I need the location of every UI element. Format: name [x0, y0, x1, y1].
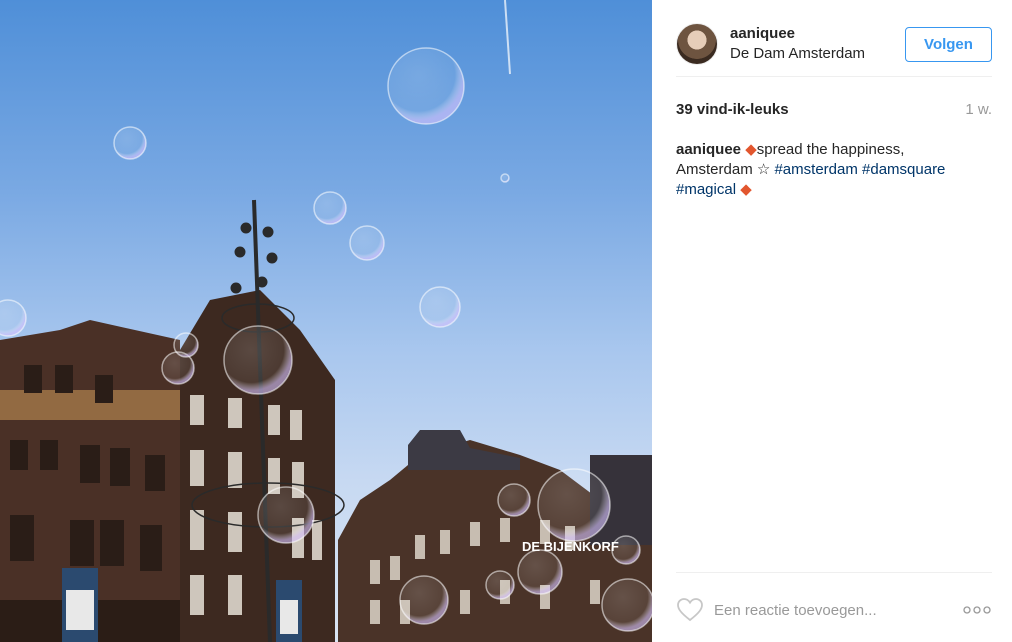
divider [676, 572, 992, 573]
heart-outline-icon[interactable] [676, 596, 704, 624]
diamond-emoji-2: ◆ [740, 181, 752, 198]
hashtag-damsquare[interactable]: #damsquare [862, 161, 945, 178]
user-block: aaniquee De Dam Amsterdam [730, 24, 905, 64]
comment-row [676, 592, 992, 628]
hashtag-magical[interactable]: #magical [676, 181, 736, 198]
post-details-panel: aaniquee De Dam Amsterdam Volgen 39 vind… [652, 0, 1012, 642]
more-options-icon[interactable] [962, 596, 992, 624]
location-link[interactable]: De Dam Amsterdam [730, 44, 905, 64]
caption-username[interactable]: aaniquee [676, 141, 741, 158]
comment-input[interactable] [714, 595, 962, 625]
post-photo[interactable]: DE BIJENKORF [0, 0, 652, 642]
caption: aaniquee ◆spread the happiness, Amsterda… [676, 140, 992, 200]
caption-text-2: Amsterdam ☆ [676, 161, 775, 178]
contrail [504, 0, 511, 75]
follow-button[interactable]: Volgen [905, 26, 992, 62]
post-time[interactable]: 1 w. [965, 101, 992, 118]
likes-row: 39 vind-ik-leuks 1 w. [676, 99, 992, 119]
divider [676, 76, 992, 77]
avatar[interactable] [676, 23, 718, 65]
caption-text-1: spread the happiness, [756, 141, 905, 158]
username-link[interactable]: aaniquee [730, 24, 905, 44]
hashtag-amsterdam[interactable]: #amsterdam [774, 161, 857, 178]
likes-count[interactable]: 39 vind-ik-leuks [676, 101, 789, 118]
diamond-emoji: ◆ [745, 141, 757, 158]
photo-scene: DE BIJENKORF [0, 0, 652, 642]
post-header: aaniquee De Dam Amsterdam Volgen [676, 12, 992, 76]
